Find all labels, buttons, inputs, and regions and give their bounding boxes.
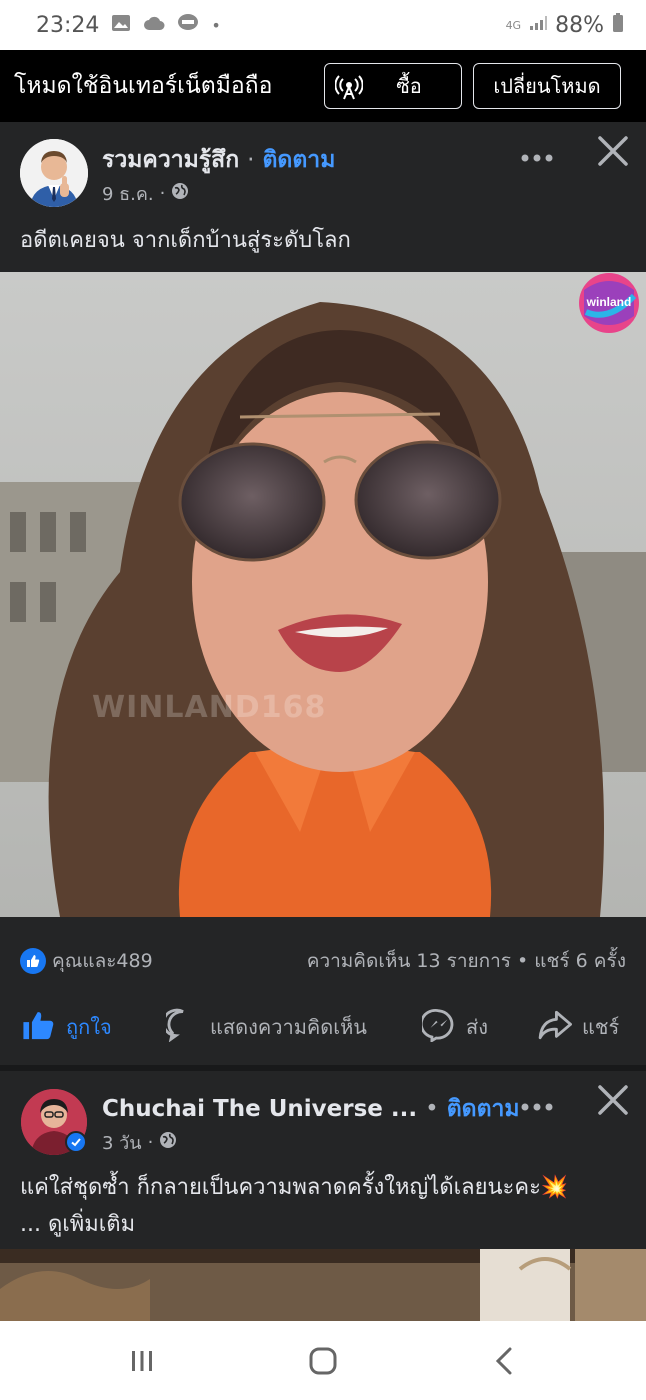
post-author-line: Chuchai The Universe ... • ติดตาม — [102, 1091, 520, 1127]
home-button[interactable] — [303, 1341, 343, 1381]
mobile-data-mode-bar: โหมดใช้อินเทอร์เน็ตมือถือ ซื้อ เปลี่ยนโห… — [0, 50, 646, 122]
winland-logo-text: winland — [586, 295, 632, 309]
post-text-line: แค่ใส่ชุดซ้ำ ก็กลายเป็นความพลาดครั้งใหญ่… — [20, 1175, 569, 1200]
buy-label: ซื้อ — [396, 74, 422, 98]
feed-post: Chuchai The Universe ... • ติดตาม 3 วัน … — [0, 1071, 646, 1321]
globe-icon — [171, 182, 189, 205]
comment-button[interactable]: แสดงความคิดเห็น — [162, 1002, 367, 1052]
thumbs-up-icon — [22, 1008, 56, 1047]
share-label: แชร์ — [582, 1015, 620, 1039]
post-text: อดีตเคยจน จากเด็กบ้านสู่ระดับโลก — [20, 228, 351, 253]
cloud-icon — [143, 15, 165, 36]
author-separator: · — [247, 147, 255, 173]
avatar[interactable] — [20, 139, 88, 207]
winland-logo: winland — [576, 272, 642, 334]
reaction-summary[interactable]: คุณและ489 ความคิดเห็น 13 รายการ • แชร์ 6… — [20, 947, 626, 975]
comment-icon — [162, 1008, 200, 1047]
close-icon[interactable] — [596, 1083, 630, 1117]
post-photo[interactable] — [0, 1249, 646, 1321]
post-meta: 3 วัน · — [102, 1128, 177, 1157]
switch-mode-label: เปลี่ยนโหมด — [493, 74, 601, 98]
switch-mode-button[interactable]: เปลี่ยนโหมด — [473, 63, 621, 109]
more-options-icon[interactable] — [520, 1089, 554, 1119]
messenger-icon — [419, 1008, 456, 1047]
post-header: รวมความรู้สึก · ติดตาม 9 ธ.ค. · — [0, 122, 646, 214]
post-text: แค่ใส่ชุดซ้ำ ก็กลายเป็นความพลาดครั้งใหญ่… — [20, 1169, 568, 1243]
buy-button[interactable]: ซื้อ — [324, 63, 462, 109]
author-separator: • — [425, 1096, 439, 1122]
battery-icon — [612, 12, 624, 38]
see-more-link[interactable]: ... ดูเพิ่มเติม — [20, 1206, 568, 1243]
share-button[interactable]: แชร์ — [538, 1002, 619, 1052]
post-actions: ถูกใจ แสดงความคิดเห็น ส่ง แชร์ — [0, 1002, 646, 1052]
more-options-icon[interactable] — [520, 140, 554, 170]
post-author[interactable]: รวมความรู้สึก — [102, 147, 239, 173]
verified-badge-icon — [65, 1131, 87, 1153]
comments-shares-count[interactable]: ความคิดเห็น 13 รายการ • แชร์ 6 ครั้ง — [307, 946, 626, 976]
post-author-line: รวมความรู้สึก · ติดตาม — [102, 142, 335, 178]
post-meta: 9 ธ.ค. · — [102, 179, 189, 208]
share-icon — [538, 1008, 572, 1047]
post-photo[interactable]: winland WINLAND168 — [0, 272, 646, 917]
meta-separator: · — [159, 183, 166, 204]
antenna-icon — [334, 73, 364, 106]
post-author[interactable]: Chuchai The Universe ... — [102, 1096, 417, 1122]
follow-button[interactable]: ติดตาม — [447, 1096, 520, 1122]
mode-text: โหมดใช้อินเทอร์เน็ตมือถือ — [14, 73, 273, 99]
network-label: 4G — [505, 18, 522, 32]
battery-level: 88% — [555, 12, 604, 38]
meta-separator: · — [147, 1132, 154, 1153]
recent-apps-button[interactable] — [122, 1341, 162, 1381]
status-time: 23:24 — [36, 12, 100, 38]
follow-button[interactable]: ติดตาม — [262, 147, 335, 173]
gallery-icon — [111, 14, 131, 37]
comment-label: แสดงความคิดเห็น — [210, 1015, 367, 1039]
like-button[interactable]: ถูกใจ — [22, 1002, 112, 1052]
feed-post: รวมความรู้สึก · ติดตาม 9 ธ.ค. · อดีตเคยจ… — [0, 122, 646, 1065]
globe-icon — [159, 1131, 177, 1154]
send-label: ส่ง — [466, 1015, 488, 1039]
like-reaction-icon — [20, 948, 46, 974]
like-label: ถูกใจ — [66, 1015, 112, 1039]
reaction-count[interactable]: คุณและ489 — [52, 946, 153, 976]
close-icon[interactable] — [596, 134, 630, 168]
back-button[interactable] — [484, 1341, 524, 1381]
status-dot: • — [211, 15, 221, 35]
post-date[interactable]: 3 วัน — [102, 1128, 142, 1157]
line-app-icon — [177, 13, 199, 38]
watermark-text: WINLAND168 — [92, 690, 327, 725]
send-button[interactable]: ส่ง — [419, 1002, 488, 1052]
system-nav-bar — [0, 1321, 646, 1400]
post-date[interactable]: 9 ธ.ค. — [102, 179, 154, 208]
signal-icon — [529, 15, 548, 36]
status-bar: 23:24 • 4G 88% — [0, 0, 646, 50]
